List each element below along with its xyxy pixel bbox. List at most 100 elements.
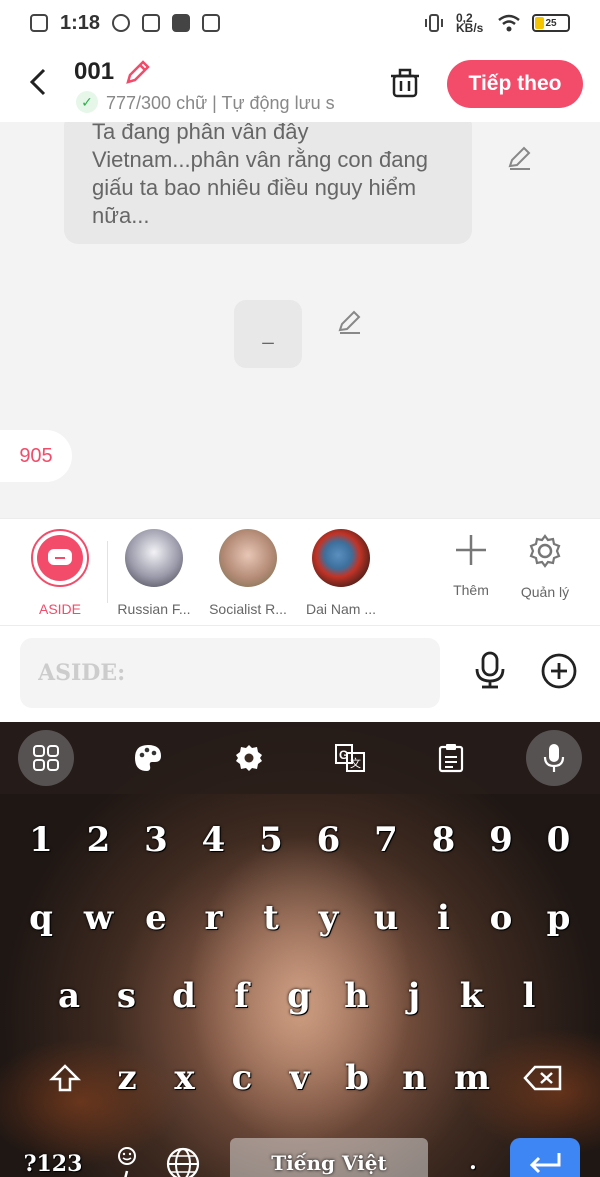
character-russian[interactable]: Russian F...	[106, 529, 202, 617]
key-x[interactable]: x	[160, 1048, 210, 1108]
status-time: 1:18	[60, 11, 101, 34]
plus-icon	[456, 535, 486, 565]
back-icon[interactable]	[24, 62, 54, 102]
page-title: 001	[74, 58, 115, 85]
mic-icon[interactable]	[470, 650, 510, 690]
avatar	[125, 529, 183, 587]
key-w[interactable]: w	[74, 888, 124, 948]
key-k[interactable]: k	[447, 966, 497, 1026]
svg-text:文: 文	[350, 756, 361, 770]
key-g[interactable]: g	[274, 966, 324, 1026]
chat-bubble-icon	[48, 549, 72, 565]
notification-icon	[30, 14, 48, 32]
keyboard-toolbar: G文	[0, 722, 600, 794]
emoji-key[interactable]	[102, 1134, 152, 1177]
key-m[interactable]: m	[447, 1048, 497, 1108]
battery-level: 25	[545, 17, 557, 29]
edit-message-icon[interactable]	[506, 144, 534, 172]
key-s[interactable]: s	[102, 966, 152, 1026]
apps-icon[interactable]	[18, 730, 74, 786]
globe-icon	[112, 14, 131, 32]
character-socialist[interactable]: Socialist R...	[200, 529, 296, 617]
network-speed: 0,2 KB/s	[456, 11, 484, 35]
key-6[interactable]: 6	[304, 810, 354, 870]
key-j[interactable]: j	[389, 966, 439, 1026]
key-o[interactable]: o	[476, 888, 526, 948]
enter-key[interactable]	[510, 1138, 580, 1177]
key-3[interactable]: 3	[131, 810, 181, 870]
key-f[interactable]: f	[217, 966, 267, 1026]
key-p[interactable]: p	[534, 888, 584, 948]
symbols-key[interactable]: ?123	[20, 1134, 86, 1177]
empty-message-bubble[interactable]: _	[234, 300, 302, 368]
youtube-icon	[172, 14, 191, 32]
edit-title-icon[interactable]	[124, 58, 152, 86]
save-status: 777/300 chữ | Tự động lưu s	[106, 93, 335, 113]
gear-icon	[529, 534, 561, 568]
key-1[interactable]: 1	[16, 810, 66, 870]
key-r[interactable]: r	[189, 888, 239, 948]
settings-icon[interactable]	[221, 730, 277, 786]
mail-icon	[202, 14, 221, 32]
backspace-key[interactable]	[518, 1048, 568, 1108]
key-b[interactable]: b	[332, 1048, 382, 1108]
key-c[interactable]: c	[217, 1048, 267, 1108]
next-button[interactable]: Tiếp theo	[447, 60, 583, 108]
translate-icon[interactable]: G文	[322, 730, 378, 786]
aside-avatar	[31, 529, 89, 587]
add-label: Thêm	[453, 582, 489, 598]
key-4[interactable]: 4	[189, 810, 239, 870]
key-8[interactable]: 8	[419, 810, 469, 870]
key-2[interactable]: 2	[74, 810, 124, 870]
screenshot-icon	[142, 14, 161, 32]
add-character-button[interactable]: Thêm	[436, 533, 506, 598]
key-e[interactable]: e	[131, 888, 181, 948]
palette-icon[interactable]	[120, 730, 176, 786]
character-aside[interactable]: ASIDE	[12, 529, 108, 617]
key-l[interactable]: l	[504, 966, 554, 1026]
key-d[interactable]: d	[159, 966, 209, 1026]
manage-button[interactable]: Quản lý	[510, 533, 580, 600]
key-q[interactable]: q	[16, 888, 66, 948]
shift-key[interactable]	[40, 1048, 90, 1108]
message-count-badge[interactable]: 905	[0, 430, 72, 482]
trash-icon[interactable]	[388, 66, 422, 100]
vibrate-icon	[425, 14, 443, 32]
key-h[interactable]: h	[332, 966, 382, 1026]
character-dai-nam[interactable]: Dai Nam ...	[293, 529, 389, 617]
edit-message-icon[interactable]	[336, 308, 364, 336]
key-a[interactable]: a	[44, 966, 94, 1026]
key-v[interactable]: v	[275, 1048, 325, 1108]
voice-input-icon[interactable]	[526, 730, 582, 786]
message-bubble[interactable]: Ta đang phân vân đây Vietnam...phân vân …	[64, 122, 472, 244]
key-7[interactable]: 7	[361, 810, 411, 870]
add-attachment-icon[interactable]	[540, 652, 578, 690]
key-t[interactable]: t	[246, 888, 296, 948]
key-5[interactable]: 5	[246, 810, 296, 870]
character-name: Russian F...	[117, 601, 191, 617]
key-u[interactable]: u	[361, 888, 411, 948]
chat-area[interactable]: Ta đang phân vân đây Vietnam...phân vân …	[0, 122, 600, 518]
character-name: Dai Nam ...	[305, 601, 376, 617]
key-i[interactable]: i	[419, 888, 469, 948]
key-9[interactable]: 9	[476, 810, 526, 870]
saved-check-icon: ✓	[76, 91, 98, 113]
key-y[interactable]: y	[304, 888, 354, 948]
key-z[interactable]: z	[102, 1048, 152, 1108]
character-name: ASIDE	[38, 601, 81, 617]
clipboard-icon[interactable]	[423, 730, 479, 786]
key-0[interactable]: 0	[534, 810, 584, 870]
manage-label: Quản lý	[520, 584, 570, 600]
status-bar: 1:18 0,2 KB/s 25	[0, 0, 600, 46]
header: 001 ✓ 777/300 chữ | Tự động lưu s Tiếp t…	[0, 46, 600, 122]
avatar	[219, 529, 277, 587]
composer	[0, 626, 600, 722]
battery-icon: 25	[532, 14, 570, 32]
message-input[interactable]	[20, 638, 440, 708]
wifi-icon	[498, 14, 520, 32]
key-n[interactable]: n	[390, 1048, 440, 1108]
character-name: Socialist R...	[209, 601, 287, 617]
language-globe-key[interactable]	[158, 1134, 208, 1177]
period-key[interactable]: .	[448, 1142, 498, 1177]
space-key[interactable]: Tiếng Việt	[230, 1138, 428, 1177]
